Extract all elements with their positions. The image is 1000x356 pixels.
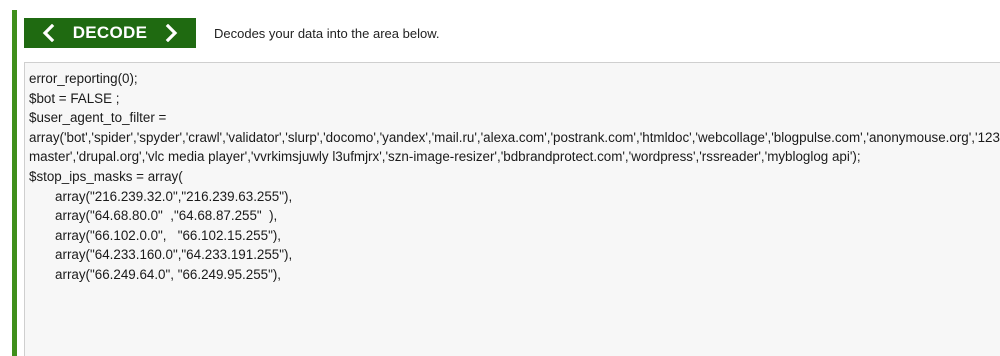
code-line: error_reporting(0); <box>29 71 138 86</box>
decode-toolbar: DECODE Decodes your data into the area b… <box>24 18 439 48</box>
chevron-left-icon <box>41 23 55 43</box>
code-line: $bot = FALSE ; <box>29 90 120 106</box>
chevron-right-icon <box>165 23 179 43</box>
decoder-page: DECODE Decodes your data into the area b… <box>0 0 1000 356</box>
decode-hint-text: Decodes your data into the area below. <box>214 25 440 41</box>
code-line: array("66.102.0.0", "66.102.15.255"), <box>29 227 282 243</box>
decoded-output-area[interactable]: error_reporting(0); $bot = FALSE ; $user… <box>24 62 1000 356</box>
code-line: array("64.233.160.0","64.233.191.255"), <box>29 247 293 263</box>
code-line: array("66.249.64.0", "66.249.95.255"), <box>29 266 282 282</box>
code-line: array("216.239.32.0","216.239.63.255"), <box>29 188 293 204</box>
decode-button-label: DECODE <box>72 23 148 42</box>
code-line: array("64.68.80.0" ,"64.68.87.255" ), <box>29 208 278 224</box>
code-line: $user_agent_to_filter = array('bot','spi… <box>29 110 1000 165</box>
section-accent-bar <box>12 10 17 356</box>
code-line: $stop_ips_masks = array( <box>29 168 183 184</box>
decode-button[interactable]: DECODE <box>24 18 196 48</box>
